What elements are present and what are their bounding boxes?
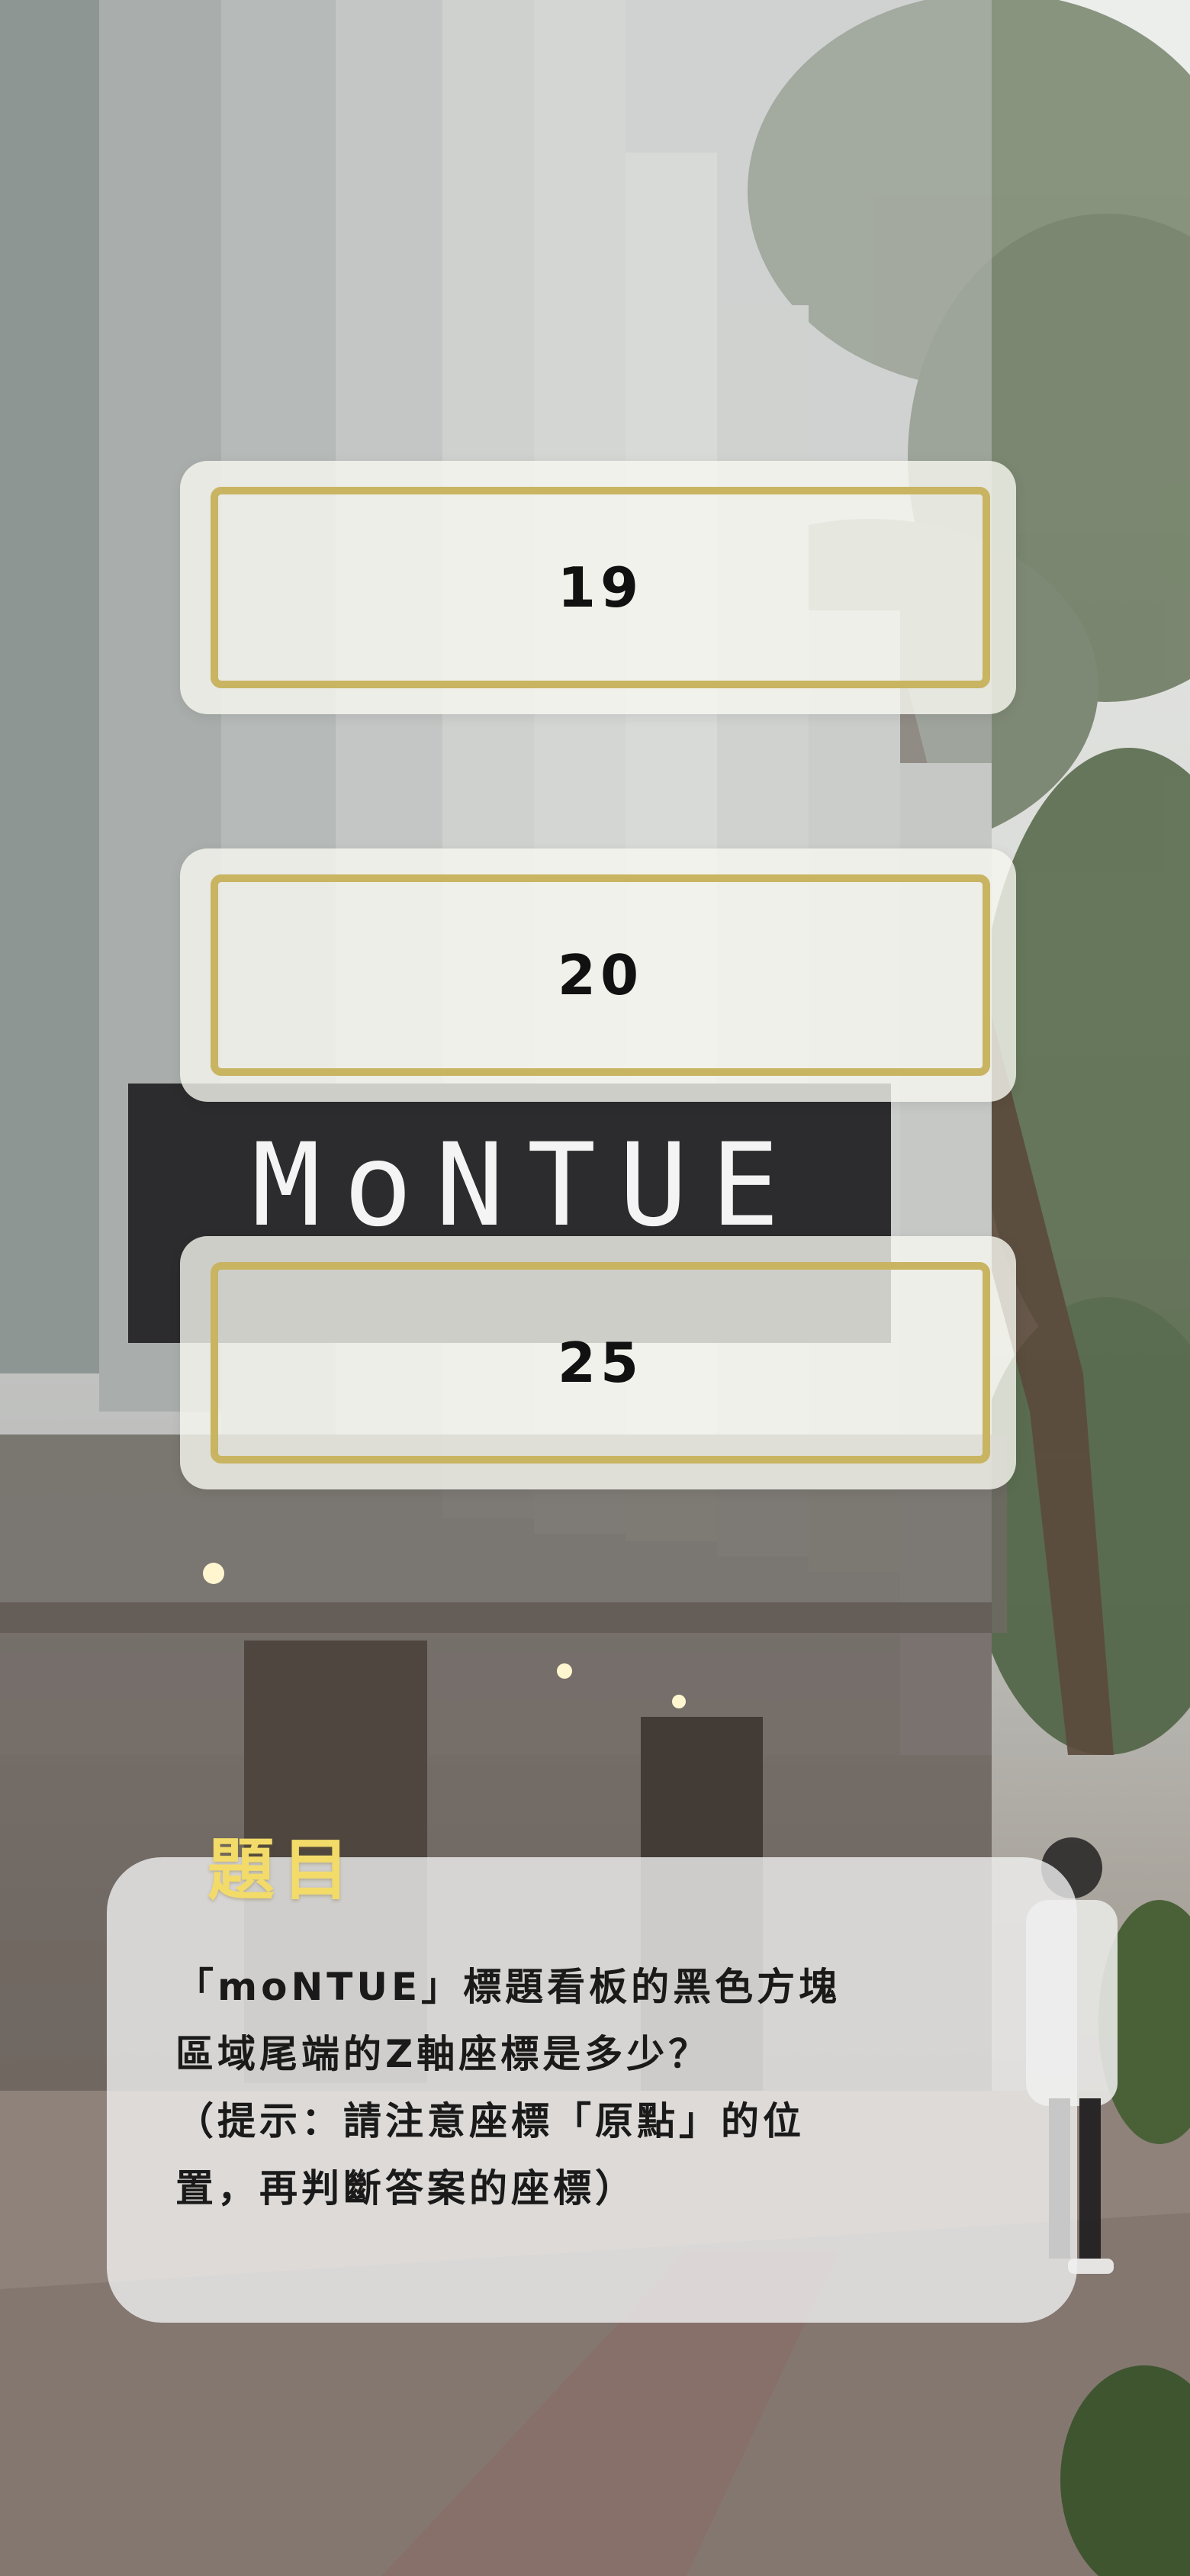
answer-frame: 25: [211, 1262, 990, 1463]
answer-label: 19: [557, 555, 644, 620]
answer-frame: 19: [211, 487, 990, 688]
question-text: 「moNTUE」標題看板的黑色方塊 區域尾端的Z軸座標是多少？ （提示：請注意座…: [175, 1965, 841, 2211]
answer-option-3[interactable]: 25: [180, 1236, 1016, 1489]
question-heading: 題目: [207, 1831, 358, 1909]
answer-label: 25: [557, 1331, 644, 1395]
answer-label: 20: [557, 943, 644, 1007]
answer-option-1[interactable]: 19: [180, 461, 1016, 714]
answer-option-2[interactable]: 20: [180, 848, 1016, 1102]
svg-text:MoNTUE: MoNTUE: [252, 1119, 802, 1252]
answer-frame: 20: [211, 874, 990, 1076]
